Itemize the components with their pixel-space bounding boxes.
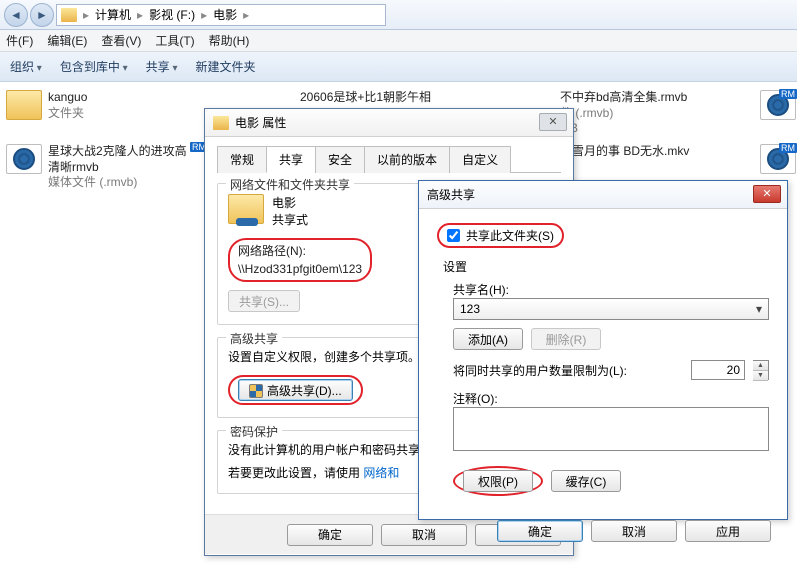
checkbox-label: 共享此文件夹(S) [466, 227, 554, 244]
menu-help[interactable]: 帮助(H) [209, 32, 250, 49]
file-name: 星球大战2克隆人的进攻高清晰rmvb [48, 144, 198, 175]
close-button[interactable]: ✕ [539, 113, 567, 131]
folder-icon [61, 8, 77, 22]
video-icon: RM [6, 144, 42, 174]
comment-label: 注释(O): [453, 390, 769, 407]
toolbar-include[interactable]: 包含到库中 [60, 58, 128, 75]
apply-button[interactable]: 应用 [685, 520, 771, 542]
toolbar: 组织 包含到库中 共享 新建文件夹 [0, 52, 797, 82]
dialog-footer: 确定 取消 应用 [419, 510, 787, 556]
sharename-combobox[interactable]: 123 [453, 298, 769, 320]
remove-button[interactable]: 删除(R) [531, 328, 601, 350]
ok-button[interactable]: 确定 [497, 520, 583, 542]
menu-edit[interactable]: 编辑(E) [47, 32, 87, 49]
btn-label: 高级共享(D)... [267, 384, 342, 398]
tab-security[interactable]: 安全 [315, 146, 365, 173]
share-this-folder-checkbox[interactable]: 共享此文件夹(S) [447, 227, 554, 244]
breadcrumb[interactable]: ▸ 计算机 ▸ 影视 (F:) ▸ 电影 ▸ [56, 4, 386, 26]
sharename-label: 共享名(H): [453, 281, 769, 298]
file-type: 媒体文件 (.rmvb) [48, 175, 198, 191]
folder-icon [213, 116, 229, 130]
group-title: 高级共享 [226, 330, 282, 347]
menu-view[interactable]: 查看(V) [101, 32, 141, 49]
network-center-link[interactable]: 网络和 [363, 466, 399, 480]
file-name: 不中弃bd高清全集.rmvb [560, 90, 687, 106]
tab-previous[interactable]: 以前的版本 [364, 146, 450, 173]
nav-back-button[interactable]: ◄ [4, 3, 28, 27]
breadcrumb-item[interactable]: 影视 (F:) [149, 6, 195, 23]
breadcrumb-item[interactable]: 电影 [213, 6, 237, 23]
dialog-title: 高级共享 [427, 186, 475, 203]
advanced-share-button[interactable]: 高级共享(D)... [238, 379, 353, 401]
change-setting-text: 若要更改此设置，请使用 [228, 466, 360, 480]
user-limit-label: 将同时共享的用户数量限制为(L): [453, 362, 683, 379]
add-button[interactable]: 添加(A) [453, 328, 523, 350]
advanced-sharing-dialog: 高级共享 ✕ 共享此文件夹(S) 设置 共享名(H): 123 添加(A) 删除… [418, 180, 788, 520]
chevron-right-icon: ▸ [243, 8, 249, 22]
folder-icon [6, 90, 42, 120]
share-button[interactable]: 共享(S)... [228, 290, 300, 312]
file-type: 文件夹 [48, 106, 87, 122]
ok-button[interactable]: 确定 [287, 524, 373, 546]
dialog-title: 电影 属性 [235, 114, 286, 131]
annotation-oval: 网络路径(N): \\Hzod331pfgit0em\123 [228, 238, 372, 282]
file-pane: kanguo 文件夹 RM 星球大战2克隆人的进攻高清晰rmvb 媒体文件 (.… [0, 82, 797, 98]
file-name: 龙雪月的事 BD无水.mkv [560, 144, 689, 160]
tab-sharing[interactable]: 共享 [266, 146, 316, 173]
nav-fwd-button[interactable]: ► [30, 3, 54, 27]
cancel-button[interactable]: 取消 [591, 520, 677, 542]
file-name: 20606是球+比1朝影午相 [300, 90, 431, 106]
settings-label: 设置 [443, 258, 769, 275]
file-item-video[interactable]: RM 星球大战2克隆人的进攻高清晰rmvb 媒体文件 (.rmvb) [6, 144, 206, 191]
close-button[interactable]: ✕ [753, 185, 781, 203]
chevron-right-icon: ▸ [201, 8, 207, 22]
toolbar-newfolder[interactable]: 新建文件夹 [195, 58, 255, 75]
menu-bar: 件(F) 编辑(E) 查看(V) 工具(T) 帮助(H) [0, 30, 797, 52]
checkbox-input[interactable] [447, 229, 460, 242]
user-limit-input[interactable] [691, 360, 745, 380]
group-title: 密码保护 [226, 423, 282, 440]
address-bar: ◄ ► ▸ 计算机 ▸ 影视 (F:) ▸ 电影 ▸ [0, 0, 797, 30]
folder-name: 电影 [272, 194, 308, 211]
file-item-video[interactable]: 20606是球+比1朝影午相 [300, 90, 560, 106]
sharename-value: 123 [460, 302, 480, 316]
file-item-folder[interactable]: kanguo 文件夹 [6, 90, 206, 121]
tabs: 常规 共享 安全 以前的版本 自定义 [217, 145, 561, 173]
file-size: MB [560, 121, 687, 137]
cache-button[interactable]: 缓存(C) [551, 470, 621, 492]
menu-file[interactable]: 件(F) [6, 32, 33, 49]
video-icon: RM [760, 90, 796, 120]
dialog-titlebar[interactable]: 电影 属性 ✕ [205, 109, 573, 137]
annotation-oval: 高级共享(D)... [228, 375, 363, 405]
netpath-value: \\Hzod331pfgit0em\123 [238, 262, 362, 276]
spinner[interactable]: ▲▼ [753, 360, 769, 380]
file-item-video[interactable]: 龙雪月的事 BD无水.mkv RM [560, 144, 790, 160]
file-name: kanguo [48, 90, 87, 106]
video-icon: RM [760, 144, 796, 174]
shared-folder-icon [228, 194, 264, 224]
dialog-body: 共享此文件夹(S) 设置 共享名(H): 123 添加(A) 删除(R) 将同时… [419, 209, 787, 510]
chevron-right-icon: ▸ [137, 8, 143, 22]
menu-tools[interactable]: 工具(T) [155, 32, 194, 49]
permissions-button[interactable]: 权限(P) [463, 470, 533, 492]
shield-icon [249, 384, 263, 398]
file-type: 件 (.rmvb) [560, 106, 687, 122]
tab-custom[interactable]: 自定义 [449, 146, 511, 173]
annotation-oval: 共享此文件夹(S) [437, 223, 564, 248]
netpath-label: 网络路径(N): [238, 244, 306, 258]
group-title: 网络文件和文件夹共享 [226, 176, 354, 193]
file-item-video[interactable]: 不中弃bd高清全集.rmvb 件 (.rmvb) MB RM [560, 90, 790, 137]
toolbar-share[interactable]: 共享 [146, 58, 178, 75]
tab-general[interactable]: 常规 [217, 146, 267, 173]
toolbar-organize[interactable]: 组织 [10, 58, 42, 75]
comment-textarea[interactable] [453, 407, 769, 451]
dialog-titlebar[interactable]: 高级共享 ✕ [419, 181, 787, 209]
chevron-right-icon: ▸ [83, 8, 89, 22]
breadcrumb-item[interactable]: 计算机 [95, 6, 131, 23]
spin-up-icon[interactable]: ▲ [753, 361, 768, 371]
spin-down-icon[interactable]: ▼ [753, 371, 768, 381]
annotation-oval: 权限(P) [453, 466, 543, 496]
share-state: 共享式 [272, 211, 308, 228]
